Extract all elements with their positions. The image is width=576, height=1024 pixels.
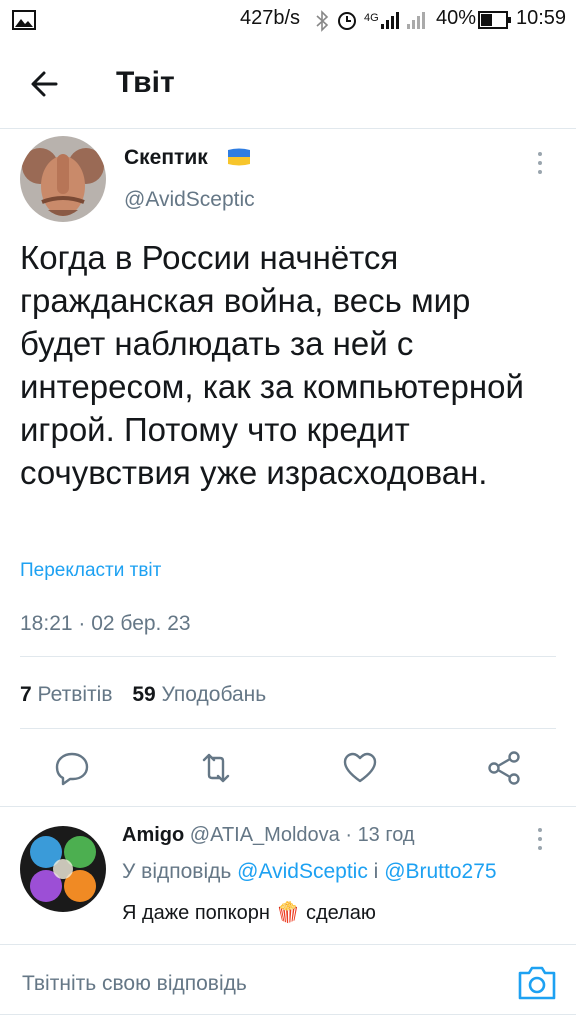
translate-tweet-link[interactable]: Перекласти твіт [20,560,161,582]
more-options-icon[interactable] [530,150,550,176]
reply-author-name[interactable]: Amigo [122,824,184,846]
reply-text-after: сделаю [305,902,376,924]
mention-brutto275[interactable]: @Brutto275 [384,860,496,883]
stats-divider-top [20,656,556,657]
likes-label: Уподобань [161,683,267,706]
tweet-timestamp: 18:21 · 02 бер. 23 [20,612,191,635]
reply-avatar-image [20,826,106,912]
reply-header: Amigo @ATIA_Moldova · 13 год [122,824,415,847]
reply-icon[interactable] [52,748,92,788]
reply-author-avatar[interactable] [20,826,106,912]
battery-icon [478,11,511,29]
share-icon[interactable] [484,748,524,788]
reply-conjunction: і [373,860,379,883]
bluetooth-icon [316,10,329,32]
retweets-label: Ретвітів [37,683,113,706]
alarm-icon [338,12,356,30]
avatar-image [20,136,106,222]
ukraine-flag-icon [228,148,250,166]
likes-count: 59 [132,683,156,706]
battery-percent: 40% [436,7,477,29]
bottom-divider [0,1014,576,1015]
author-avatar[interactable] [20,136,106,222]
gallery-icon [12,10,36,30]
clock: 10:59 [516,7,567,29]
reply-prefix: У відповідь [122,860,232,883]
signal-icon-2 [407,12,425,29]
reply-to-line: У відповідь @AvidSceptic і @Brutto275 [122,860,497,884]
reply-time: 13 год [357,824,415,846]
reply-divider [0,944,576,945]
reply-separator: · [339,824,358,846]
retweet-icon[interactable] [196,748,236,788]
like-heart-icon[interactable] [340,748,380,788]
likes-stat[interactable]: 59 Уподобань [132,683,266,706]
tweet-text: Когда в России начнётся гражданская войн… [20,239,524,491]
author-name[interactable]: Скептик [124,146,208,170]
retweets-stat[interactable]: 7 Ретвітів [20,683,112,706]
tweet-stats: 7 Ретвітів 59 Уподобань [20,683,266,707]
signal-icon [381,12,399,29]
stats-divider-bottom [20,728,556,729]
actions-divider [0,806,576,807]
reply-text: Я даже попкорн 🍿 сделаю [122,900,376,925]
network-speed: 427b/s [240,7,301,29]
reply-more-options-icon[interactable] [530,826,550,852]
reply-author-handle: @ATIA_Moldova [189,824,340,846]
mention-avidsceptic[interactable]: @AvidSceptic [237,860,368,883]
header-divider [0,128,576,129]
page-title: Твіт [116,66,175,99]
popcorn-emoji: 🍿 [275,902,301,924]
network-type: 4G [364,12,379,24]
author-handle: @AvidSceptic [124,188,255,211]
reply-text-before: Я даже попкорн [122,902,270,924]
back-arrow-icon[interactable] [26,64,66,104]
compose-reply-input[interactable]: Твітніть свою відповідь [22,972,247,996]
camera-icon[interactable] [516,964,558,1002]
retweets-count: 7 [20,683,32,706]
status-bar: 427b/s 4G 40% 10:59 [0,0,576,40]
